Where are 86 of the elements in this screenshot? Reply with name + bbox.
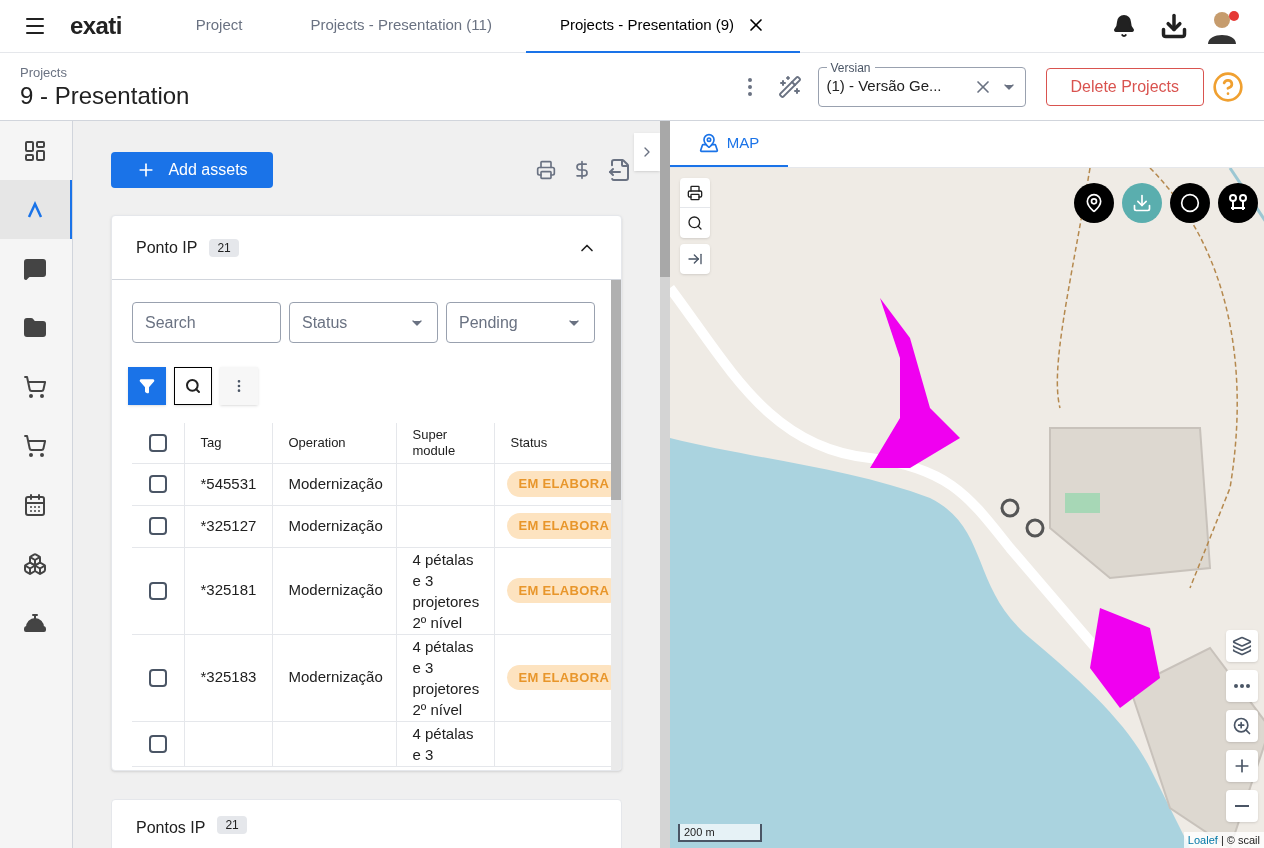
status-badge: EM ELABORA <box>506 664 611 691</box>
bell-icon[interactable] <box>1112 14 1136 38</box>
boxes-icon <box>23 551 47 576</box>
attribution-link[interactable]: Loalef <box>1187 833 1218 846</box>
card-title: Pontos IP <box>136 818 206 838</box>
dashboard-icon <box>23 138 47 163</box>
search-icon <box>185 378 201 394</box>
circle-icon <box>1180 193 1200 213</box>
operation-cell: Modernização <box>288 474 383 492</box>
map-control-button[interactable] <box>1226 710 1258 742</box>
download-icon[interactable] <box>1160 12 1188 40</box>
logo: exati <box>70 11 122 41</box>
super-module-cell-text: 4 pétalas e 3 <box>412 723 475 765</box>
search-icon <box>687 215 703 231</box>
cart-icon <box>23 374 47 399</box>
select-field[interactable]: Pending <box>446 302 595 343</box>
delete-button[interactable]: Delete Projects <box>1045 67 1204 106</box>
add-assets-button[interactable]: Add assets <box>111 152 273 188</box>
row-checkbox[interactable] <box>148 581 167 600</box>
page-title: 9 - Presentation <box>20 82 190 111</box>
arrow-icon <box>687 251 703 267</box>
tab[interactable]: Projects - Presentation (9) <box>525 0 801 53</box>
count-badge: 21 <box>217 816 247 834</box>
super-module-cell-text: 4 pétalas e 3 projetores 2º nível <box>412 636 478 720</box>
status-badge: EM ELABORA <box>506 513 611 539</box>
calendar-icon <box>23 492 47 517</box>
print-icon <box>687 184 703 201</box>
map-control-button[interactable] <box>1226 670 1258 702</box>
tab-label: Projects - Presentation (11) <box>310 14 492 35</box>
tab-label: Projects - Presentation (9) <box>559 14 735 35</box>
map-control-button[interactable] <box>1226 630 1258 662</box>
row-checkbox[interactable] <box>148 734 167 753</box>
select-placeholder: Status <box>302 312 348 333</box>
folder-icon <box>23 315 47 340</box>
operation-cell: Modernização <box>288 581 383 599</box>
two-pins-icon <box>1228 193 1248 213</box>
magic-wand-icon[interactable] <box>777 74 802 99</box>
attribution-text: | © scail <box>1220 833 1260 846</box>
select-placeholder: Pending <box>459 312 518 333</box>
scale-label: 200 m <box>684 825 715 838</box>
layers-icon <box>1232 636 1252 656</box>
route-button[interactable] <box>680 244 710 274</box>
column-header[interactable]: Status <box>510 434 611 451</box>
column-header[interactable]: Tag <box>200 434 256 451</box>
filter-icon <box>139 378 155 394</box>
row-checkbox[interactable] <box>148 517 167 535</box>
download-icon <box>1132 193 1152 213</box>
map-icon <box>698 133 719 153</box>
tag-cell: *325181 <box>200 581 257 599</box>
operation-cell: Modernização <box>288 516 383 534</box>
chat-icon <box>23 256 47 281</box>
column-header[interactable]: Operation <box>288 434 380 451</box>
export-icon[interactable] <box>608 158 632 182</box>
search-field[interactable]: Search <box>132 302 281 343</box>
search-button[interactable] <box>174 367 212 405</box>
tag-cell: *545531 <box>200 474 257 492</box>
breadcrumb[interactable]: Projects <box>20 62 190 83</box>
select-field[interactable]: Status <box>289 302 438 343</box>
tag-cell: *325127 <box>200 516 257 534</box>
status-badge: EM ELABORA <box>506 471 611 497</box>
zoom-area-icon <box>1232 716 1252 736</box>
more-icon <box>1234 684 1250 688</box>
super-module-cell-text: 4 pétalas e 3 projetores 2º nível <box>412 549 478 633</box>
scrollbar-thumb[interactable] <box>611 280 621 500</box>
count-badge: 21 <box>209 238 239 257</box>
select-all-checkbox[interactable] <box>148 433 167 452</box>
tag-cell: *325183 <box>200 668 257 686</box>
status-badge: EM ELABORA <box>506 577 611 604</box>
tab[interactable]: Project <box>161 0 277 53</box>
print-icon[interactable] <box>536 160 556 180</box>
row-checkbox[interactable] <box>148 668 167 687</box>
splitter-handle[interactable] <box>660 121 670 277</box>
operation-cell: Modernização <box>288 668 383 686</box>
map-tab-label: MAP <box>726 132 760 153</box>
cart-icon <box>23 433 47 458</box>
map-control-button[interactable] <box>1226 790 1258 822</box>
card-title: Ponto IP <box>136 237 198 258</box>
version-value: (1) - Versão Ge... <box>826 76 943 97</box>
tab[interactable]: Projects - Presentation (11) <box>276 0 526 53</box>
filter-button[interactable] <box>128 367 166 405</box>
column-header[interactable]: Super module <box>412 426 478 459</box>
map-control-button[interactable] <box>1226 750 1258 782</box>
tab-label: Project <box>195 14 243 35</box>
pin-icon <box>1084 193 1104 213</box>
minus-icon <box>1235 805 1249 807</box>
row-checkbox[interactable] <box>148 475 167 493</box>
